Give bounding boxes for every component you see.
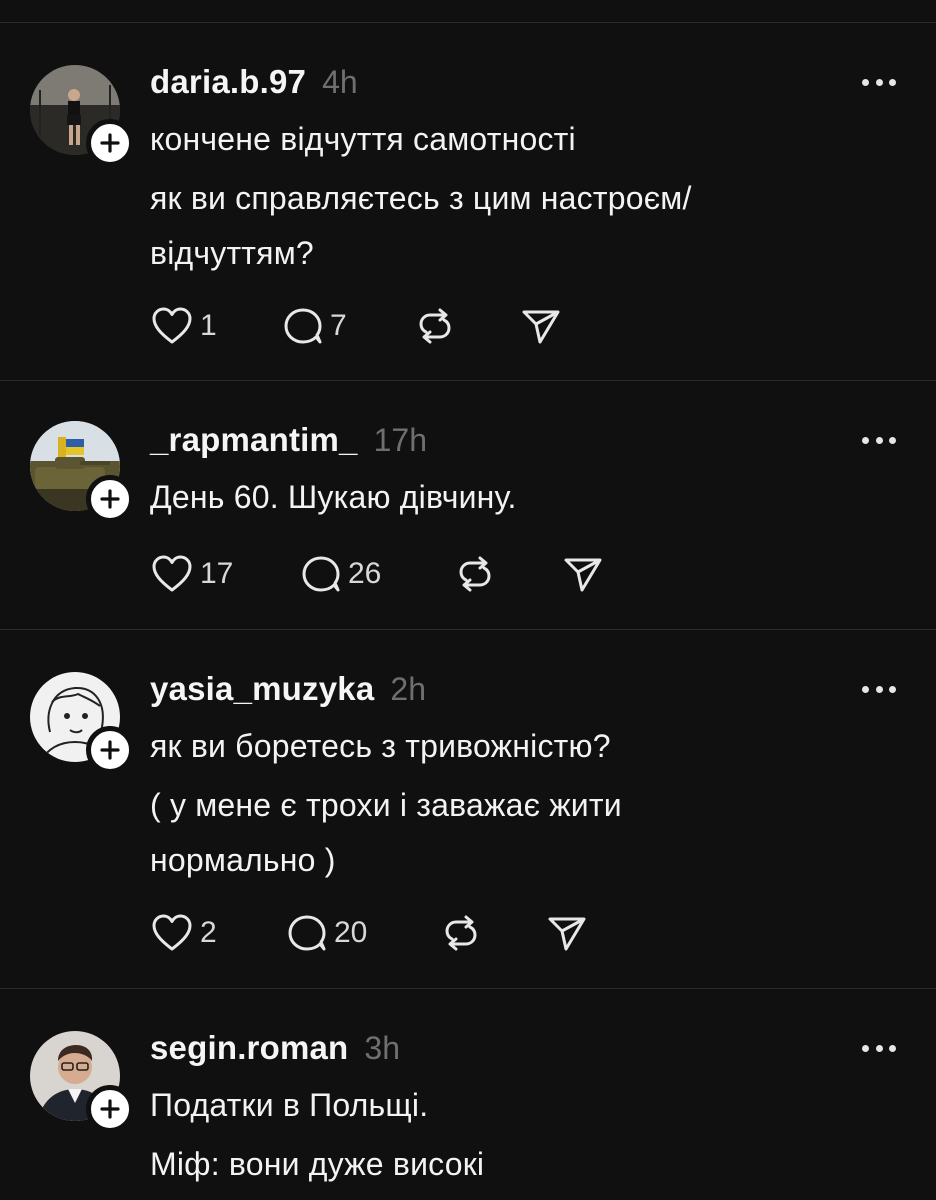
username[interactable]: segin.roman — [150, 1029, 348, 1067]
post-text-line: кончене відчуття самотності — [150, 121, 576, 157]
heart-icon — [152, 555, 192, 592]
post-text-line: Міф: вони дуже високі — [150, 1146, 485, 1182]
post-header: segin.roman 3h — [150, 1029, 400, 1067]
send-icon — [548, 917, 586, 951]
timestamp: 17h — [373, 422, 428, 458]
share-button[interactable] — [562, 554, 604, 594]
post[interactable]: segin.roman 3h Податки в Польщі. Міф: во… — [0, 989, 936, 1200]
repost-icon — [459, 556, 491, 592]
repost-button[interactable] — [454, 554, 496, 594]
post-header: yasia_muzyka 2h — [150, 670, 426, 708]
timestamp: 2h — [390, 671, 426, 707]
post[interactable]: yasia_muzyka 2h як ви боретесь з тривожн… — [0, 630, 936, 989]
heart-icon — [152, 914, 192, 951]
post-text-line: як ви справляєтесь з цим настроєм/ — [150, 180, 692, 216]
more-dots-icon — [862, 436, 869, 444]
like-button[interactable]: 17 — [150, 554, 233, 594]
post-text-line: День 60. Шукаю дівчину. — [150, 479, 517, 515]
post-header: daria.b.97 4h — [150, 63, 358, 101]
reply-button[interactable]: 7 — [282, 306, 347, 346]
comment-icon — [284, 308, 322, 344]
share-button[interactable] — [520, 306, 562, 346]
repost-button[interactable] — [440, 913, 482, 953]
timestamp: 4h — [322, 64, 358, 100]
more-dots-icon — [862, 1044, 869, 1052]
timestamp: 3h — [364, 1030, 401, 1066]
username[interactable]: _rapmantim_ — [150, 421, 358, 459]
follow-button[interactable] — [86, 726, 134, 774]
post-text-line: Податки в Польщі. — [150, 1087, 429, 1123]
threads-feed: daria.b.97 4h кончене відчуття самотност… — [0, 0, 936, 1200]
plus-icon — [100, 1099, 120, 1119]
plus-icon — [100, 740, 120, 760]
plus-icon — [100, 133, 120, 153]
reply-button[interactable]: 20 — [286, 913, 367, 953]
comment-icon — [288, 915, 326, 951]
send-icon — [522, 310, 560, 344]
repost-icon — [445, 915, 477, 951]
more-dots-icon — [862, 78, 869, 86]
like-count: 2 — [200, 916, 217, 949]
repost-icon — [419, 308, 451, 344]
avatar-wrap — [30, 1031, 134, 1133]
more-options-button[interactable] — [862, 1043, 896, 1053]
like-count: 1 — [200, 309, 217, 342]
repost-button[interactable] — [414, 306, 456, 346]
plus-icon — [100, 489, 120, 509]
follow-button[interactable] — [86, 119, 134, 167]
reply-count: 20 — [334, 916, 368, 949]
post-text-line: як ви боретесь з тривожністю? — [150, 728, 611, 764]
post-text-line: відчуттям? — [150, 235, 314, 271]
avatar-wrap — [30, 421, 134, 523]
follow-button[interactable] — [86, 1085, 134, 1133]
reply-button[interactable]: 26 — [300, 554, 381, 594]
like-button[interactable]: 2 — [150, 913, 217, 953]
reply-count: 7 — [330, 309, 347, 342]
send-icon — [564, 558, 602, 592]
avatar-wrap — [30, 65, 134, 167]
reply-count: 26 — [348, 557, 382, 590]
more-options-button[interactable] — [862, 684, 896, 694]
like-count: 17 — [200, 557, 234, 590]
more-options-button[interactable] — [862, 77, 896, 87]
more-dots-icon — [862, 685, 869, 693]
follow-button[interactable] — [86, 475, 134, 523]
avatar-wrap — [30, 672, 134, 774]
username[interactable]: daria.b.97 — [150, 63, 306, 101]
post-text-line: ( у мене є трохи і заважає жити — [150, 787, 622, 823]
like-button[interactable]: 1 — [150, 306, 217, 346]
more-options-button[interactable] — [862, 435, 896, 445]
comment-icon — [302, 556, 340, 592]
username[interactable]: yasia_muzyka — [150, 670, 374, 708]
post[interactable]: daria.b.97 4h кончене відчуття самотност… — [0, 23, 936, 381]
heart-icon — [152, 307, 192, 344]
post-header: _rapmantim_ 17h — [150, 421, 427, 459]
post[interactable]: _rapmantim_ 17h День 60. Шукаю дівчину. … — [0, 381, 936, 630]
share-button[interactable] — [546, 913, 588, 953]
post-text-line: нормально ) — [150, 842, 336, 878]
